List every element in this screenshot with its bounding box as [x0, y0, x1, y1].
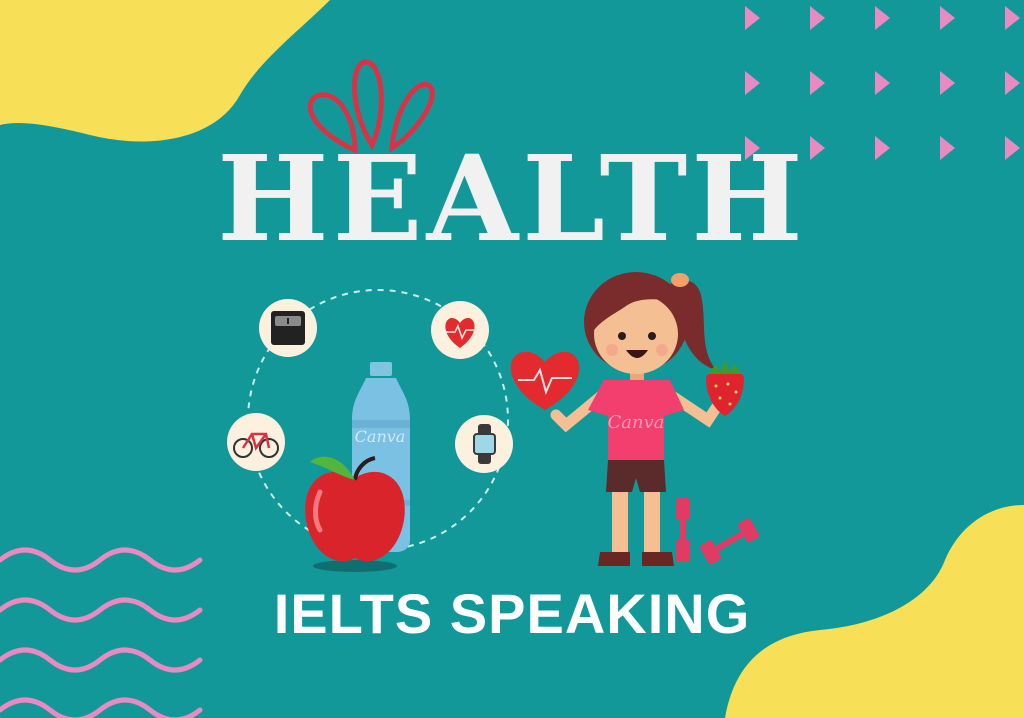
dumbbell-icon	[676, 498, 760, 565]
bicycle-icon	[227, 413, 285, 471]
heart-rate-icon	[431, 301, 489, 359]
heart-icon	[510, 351, 580, 410]
poster-subtitle: IELTS SPEAKING	[273, 582, 751, 645]
poster-title: HEALTH	[217, 129, 807, 268]
bottle-watermark: Canva	[355, 427, 406, 446]
smartwatch-icon	[455, 415, 513, 473]
yellow-blob-top-left	[0, 0, 330, 142]
girl-illustration: Canva	[550, 272, 722, 566]
scale-icon	[259, 299, 317, 357]
shirt-watermark: Canva	[608, 412, 665, 433]
health-poster: Canva Canva HEALTH IELTS SPEAKING	[0, 0, 1024, 718]
